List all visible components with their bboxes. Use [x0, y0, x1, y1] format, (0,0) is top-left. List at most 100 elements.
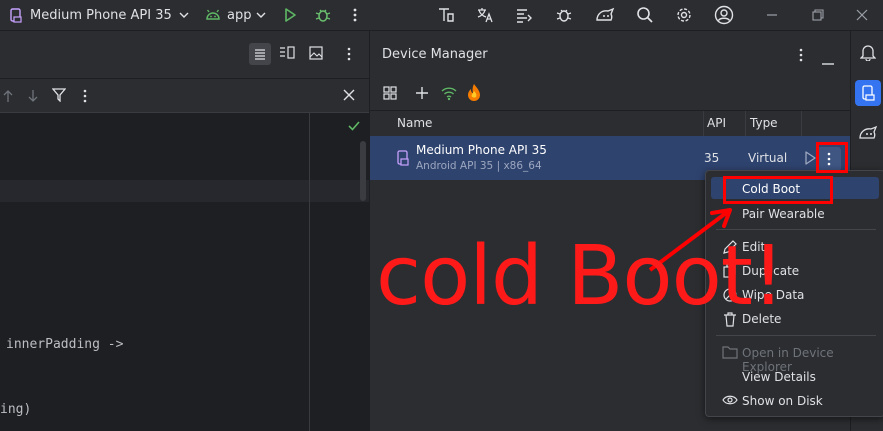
- minimize-icon: [767, 14, 777, 16]
- right-margin-guide: [309, 113, 310, 431]
- firebase-icon: [468, 84, 480, 101]
- device-type: Virtual: [748, 151, 788, 165]
- design-view-button[interactable]: [309, 46, 323, 63]
- folder-icon: [722, 346, 738, 359]
- annotation-highlight-menu-button: [816, 142, 848, 173]
- no-problems-icon: [347, 120, 361, 135]
- editor-more-button[interactable]: [346, 46, 352, 65]
- bug-icon: [315, 9, 331, 22]
- more-vertical-icon: [353, 8, 357, 22]
- editor-tab-bar: [0, 31, 369, 78]
- device-selector[interactable]: Medium Phone API 35: [8, 0, 190, 30]
- device-selector-label: Medium Phone API 35: [30, 7, 172, 23]
- column-header-type[interactable]: Type: [750, 116, 778, 130]
- menu-separator: [716, 335, 876, 336]
- account-icon: [714, 5, 734, 25]
- run-icon: [805, 151, 816, 165]
- more-actions-button[interactable]: [352, 0, 358, 30]
- device-mirroring-button[interactable]: [594, 0, 616, 30]
- more-vertical-icon: [347, 47, 351, 61]
- minimize-icon: [822, 63, 834, 65]
- run-button[interactable]: [282, 0, 298, 30]
- layout-inspector-icon: [439, 8, 454, 22]
- previous-match-button[interactable]: [2, 89, 14, 106]
- add-device-button[interactable]: [415, 86, 431, 105]
- device-manager-icon: [862, 85, 875, 101]
- split-view-icon: [280, 46, 295, 59]
- device-name: Medium Phone API 35: [416, 143, 547, 157]
- chevron-down-icon: [179, 12, 189, 18]
- lines-icon: [255, 49, 265, 60]
- current-line-highlight: [0, 180, 369, 202]
- logcat-icon: [517, 9, 532, 23]
- device-manager-tool-button[interactable]: [855, 80, 881, 106]
- column-header-name[interactable]: Name: [397, 116, 432, 130]
- settings-button[interactable]: [675, 0, 693, 30]
- column-header-api[interactable]: API: [707, 116, 726, 130]
- run-icon: [285, 8, 296, 22]
- close-icon: [856, 9, 868, 21]
- running-devices-tool-button[interactable]: [858, 124, 878, 145]
- hide-panel-button[interactable]: [822, 54, 834, 68]
- debug-button[interactable]: [314, 0, 332, 30]
- split-view-button[interactable]: [279, 46, 295, 63]
- start-device-button[interactable]: [804, 151, 816, 168]
- grid-icon: [383, 86, 397, 100]
- menu-item-view-details[interactable]: View Details: [742, 370, 816, 384]
- column-divider: [745, 111, 746, 136]
- code-editor: innerPadding -> ing): [0, 31, 369, 431]
- main-toolbar: Medium Phone API 35 app: [0, 0, 883, 31]
- gear-icon: [677, 8, 691, 22]
- logcat-button[interactable]: [515, 0, 533, 30]
- bug-search-icon: [556, 9, 572, 22]
- code-line[interactable]: innerPadding ->: [6, 337, 123, 352]
- image-icon: [309, 46, 323, 60]
- run-config-selector[interactable]: app: [204, 0, 267, 30]
- group-by-button[interactable]: [383, 86, 399, 105]
- filter-icon: [51, 88, 67, 103]
- column-divider: [801, 111, 802, 136]
- account-button[interactable]: [714, 0, 734, 30]
- column-divider: [703, 111, 704, 136]
- close-icon: [343, 89, 355, 101]
- search-button[interactable]: [636, 0, 654, 30]
- arrow-down-icon: [28, 90, 38, 102]
- chevron-down-icon: [256, 12, 266, 18]
- menu-item-pair-wearable[interactable]: Pair Wearable: [742, 207, 825, 221]
- eye-icon: [722, 395, 738, 405]
- editor-scrollbar[interactable]: [360, 141, 366, 201]
- filter-button[interactable]: [51, 88, 67, 105]
- restore-window-button[interactable]: [812, 0, 824, 30]
- android-icon: [206, 9, 220, 20]
- search-icon: [637, 7, 653, 23]
- layout-inspector-button[interactable]: [437, 0, 455, 30]
- minimize-window-button[interactable]: [766, 0, 778, 30]
- code-line[interactable]: ing): [0, 402, 31, 417]
- phone-icon: [397, 150, 409, 166]
- find-bar: [0, 78, 369, 113]
- panel-options-button[interactable]: [798, 47, 804, 66]
- device-api: 35: [704, 151, 720, 165]
- restore-icon: [812, 9, 824, 21]
- device-subtitle: Android API 35 | x86_64: [416, 160, 542, 172]
- device-manager-toolbar: [370, 79, 850, 109]
- menu-item-show-on-disk[interactable]: Show on Disk: [742, 394, 823, 408]
- bell-icon: [859, 45, 877, 62]
- android-robot-icon: [859, 125, 878, 139]
- close-window-button[interactable]: [856, 0, 868, 30]
- find-more-button[interactable]: [82, 88, 88, 107]
- android-robot-icon: [596, 7, 615, 21]
- panel-title: Device Manager: [382, 47, 488, 62]
- close-find-button[interactable]: [342, 88, 356, 105]
- plus-icon: [416, 87, 428, 99]
- pair-wifi-button[interactable]: [440, 84, 458, 105]
- run-config-label: app: [227, 7, 252, 23]
- device-table-header: Name API Type: [370, 110, 850, 137]
- phone-icon: [10, 8, 22, 23]
- app-inspection-button[interactable]: [555, 0, 573, 30]
- code-view-button[interactable]: [249, 43, 271, 65]
- next-match-button[interactable]: [27, 89, 39, 106]
- notifications-button[interactable]: [859, 43, 877, 64]
- firebase-button[interactable]: [466, 83, 482, 104]
- translate-button[interactable]: [476, 0, 494, 30]
